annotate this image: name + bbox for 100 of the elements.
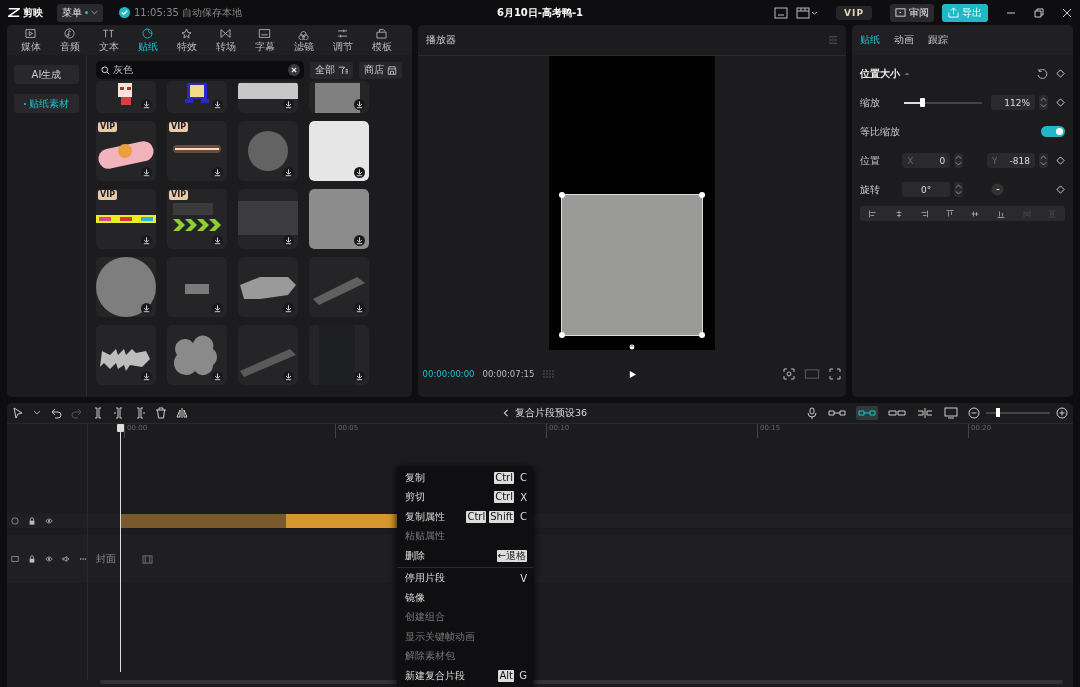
keyframe-icon[interactable]: [1056, 98, 1065, 107]
sticker-drawing[interactable]: [96, 325, 156, 385]
reset-icon[interactable]: [1036, 67, 1048, 80]
split-view-icon[interactable]: [916, 408, 934, 418]
panels-icon[interactable]: [796, 6, 819, 19]
media-tab[interactable]: 转场: [206, 25, 245, 55]
sticker-clip[interactable]: [120, 514, 286, 528]
download-icon[interactable]: [141, 167, 152, 178]
media-tab[interactable]: 滤镜: [284, 25, 323, 55]
stepper-icon[interactable]: [954, 153, 964, 168]
split-icon[interactable]: [92, 407, 104, 419]
toggle-switch[interactable]: [1041, 126, 1065, 137]
media-tab[interactable]: 调节: [323, 25, 362, 55]
mirror-icon[interactable]: [176, 407, 188, 419]
more-icon[interactable]: [79, 555, 87, 563]
close-icon[interactable]: [1062, 7, 1072, 18]
download-icon[interactable]: [212, 303, 223, 314]
media-tab[interactable]: 媒体: [11, 25, 50, 55]
speaker-icon[interactable]: [62, 555, 70, 563]
menu-item[interactable]: 剪切 Ctrl X: [397, 487, 533, 507]
caret-icon[interactable]: [91, 10, 98, 15]
download-icon[interactable]: [141, 303, 152, 314]
x-field[interactable]: X 0: [902, 153, 951, 168]
media-tab[interactable]: 特效: [167, 25, 206, 55]
sticker-drawing[interactable]: [238, 81, 298, 113]
trim-left-icon[interactable]: [113, 407, 125, 419]
menu-button[interactable]: 菜单: [57, 3, 103, 22]
align-icon[interactable]: [868, 208, 878, 219]
download-icon[interactable]: [141, 235, 152, 246]
delete-icon[interactable]: [155, 407, 167, 419]
media-tab[interactable]: 模板: [362, 25, 401, 55]
review-button[interactable]: 审阅: [890, 3, 934, 22]
trim-right-icon[interactable]: [134, 407, 146, 419]
media-tab[interactable]: 贴纸: [128, 25, 167, 55]
filter-button[interactable]: 全部: [310, 61, 353, 79]
category-item[interactable]: AI生成: [14, 65, 79, 84]
menu-item[interactable]: 复制属性 Ctrl Shift C: [397, 507, 533, 527]
scale-field[interactable]: 112%: [991, 95, 1035, 110]
download-icon[interactable]: [283, 167, 294, 178]
store-icon[interactable]: [387, 65, 397, 75]
video-icon[interactable]: [24, 26, 37, 40]
media-tab[interactable]: 字幕: [245, 25, 284, 55]
play-icon[interactable]: [627, 369, 637, 379]
zoom-slider-thumb[interactable]: [996, 408, 1000, 417]
clear-icon[interactable]: [288, 64, 300, 76]
download-icon[interactable]: [141, 371, 152, 382]
caption-icon[interactable]: [258, 26, 271, 40]
vip-badge[interactable]: VIP: [836, 5, 872, 20]
inspector-tab[interactable]: 动画: [894, 33, 915, 47]
eye-icon[interactable]: [45, 555, 53, 563]
fit-icon[interactable]: [783, 368, 796, 380]
search-field[interactable]: 灰色: [96, 61, 304, 79]
microphone-icon[interactable]: [806, 407, 818, 419]
keyframe-icon[interactable]: [1056, 69, 1065, 78]
star-icon[interactable]: [180, 26, 193, 40]
sticker-drawing[interactable]: [167, 189, 227, 249]
inspector-tab[interactable]: 跟踪: [928, 33, 949, 47]
download-icon[interactable]: [212, 99, 223, 110]
menu-item[interactable]: 停用片段 V: [397, 568, 533, 588]
select-tool-icon[interactable]: [12, 407, 24, 419]
sticker-drawing[interactable]: [167, 81, 227, 113]
download-icon[interactable]: [283, 235, 294, 246]
stepper-icon[interactable]: [1039, 95, 1048, 110]
music-note-icon[interactable]: [63, 26, 76, 40]
store-button[interactable]: 商店: [359, 61, 402, 79]
download-icon[interactable]: [283, 371, 294, 382]
download-icon[interactable]: [212, 235, 223, 246]
menu-item[interactable]: 新建复合片段 Alt G: [397, 666, 533, 686]
download-icon[interactable]: [212, 371, 223, 382]
layout-icon[interactable]: [774, 6, 789, 19]
menu-item[interactable]: 删除 ←退格: [397, 546, 533, 566]
keyframe-icon[interactable]: [1056, 156, 1065, 165]
download-icon[interactable]: [283, 303, 294, 314]
download-icon[interactable]: [354, 99, 365, 110]
caret-icon[interactable]: [33, 409, 41, 417]
download-icon[interactable]: [212, 167, 223, 178]
sticker-drawing[interactable]: [167, 121, 227, 181]
link-icon[interactable]: [828, 408, 846, 418]
folder-icon[interactable]: [375, 26, 388, 40]
media-tab[interactable]: 音频: [50, 25, 89, 55]
keyframe-icon[interactable]: [1056, 185, 1065, 194]
sticker-drawing[interactable]: [96, 81, 156, 113]
align-icon[interactable]: [919, 208, 930, 219]
zoom-in-icon[interactable]: [1056, 407, 1068, 419]
inspector-tab[interactable]: 贴纸: [860, 33, 881, 47]
download-icon[interactable]: [283, 99, 294, 110]
eye-icon[interactable]: [45, 517, 53, 525]
lock-icon[interactable]: [28, 517, 36, 525]
review-icon[interactable]: [895, 7, 906, 18]
preview-icon[interactable]: [944, 407, 958, 419]
restore-icon[interactable]: [1034, 7, 1044, 18]
sticker-drawing[interactable]: [309, 121, 369, 181]
category-item[interactable]: 贴纸素材: [14, 94, 79, 113]
sticker-drawing[interactable]: [238, 257, 298, 317]
align-icon[interactable]: [944, 208, 955, 219]
filter-icon[interactable]: [338, 65, 348, 75]
sticker-drawing[interactable]: [96, 189, 156, 249]
download-icon[interactable]: [354, 235, 365, 246]
menu-item[interactable]: 复制 Ctrl C: [397, 468, 533, 488]
sticker-icon[interactable]: [141, 26, 154, 40]
